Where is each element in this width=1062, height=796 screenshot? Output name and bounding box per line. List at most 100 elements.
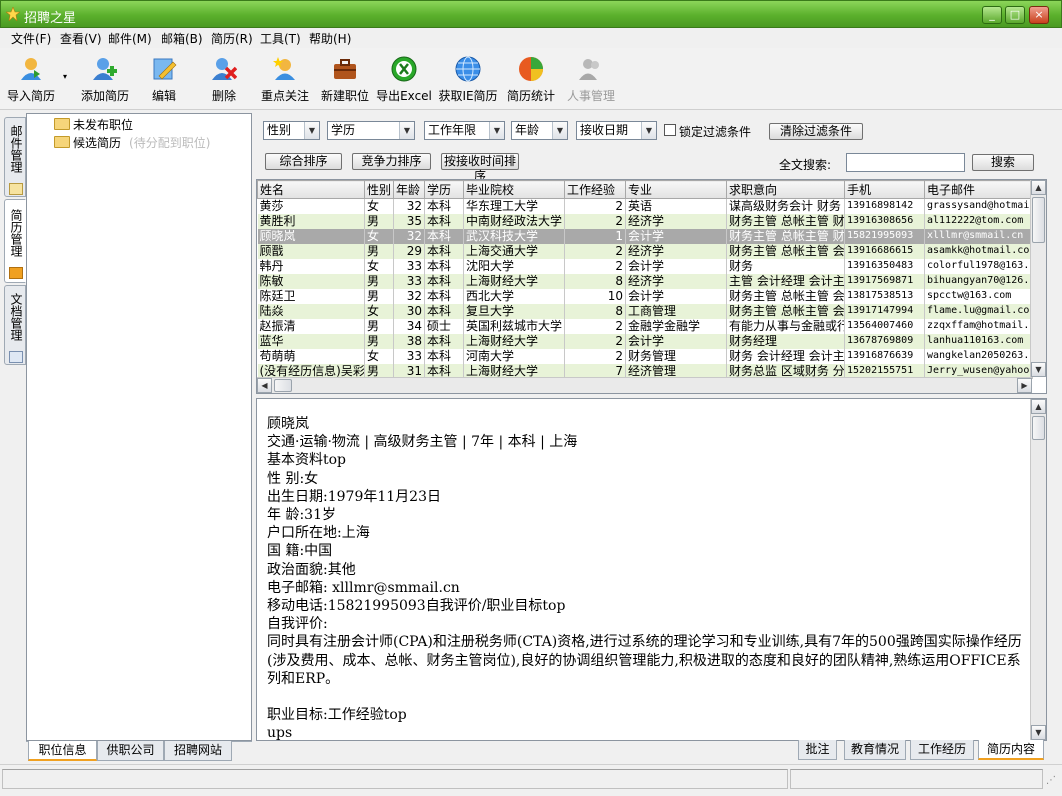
new-position-button[interactable]: 新建职位 [318,50,372,108]
table-cell: 33 [393,348,425,364]
tab-position-info[interactable]: 职位信息 [28,741,97,761]
scroll-up-icon[interactable]: ▲ [1031,180,1046,195]
folder-icon [54,118,70,130]
resume-detail-pane[interactable]: 顾晓岚 交通·运输·物流 | 高级财务主管 | 7年 | 本科 | 上海 基本资… [256,398,1047,741]
tab-education[interactable]: 教育情况 [844,740,906,760]
table-row[interactable]: 陆焱女 30 本科 复旦大学 8 工商管理 财务主管 总帐主管 会 13917147994 fl… [257,303,1033,319]
menu-file[interactable]: 文件(F) [11,30,51,47]
years-select[interactable]: 工作年限 ▼ [424,121,505,140]
table-row[interactable]: 陈廷卫男 32 本科 西北大学 10 会计学 财务主管 总帐主管 会 13817538513 s… [257,288,1033,304]
col-gender[interactable]: 性别 [364,180,394,199]
table-row[interactable]: 苟萌萌女 33 本科 河南大学 2 财务管理 财务 会计经理 会计主 13916876639 w… [257,348,1033,364]
search-button[interactable]: 搜索 [972,154,1034,171]
tree-item-unpublished[interactable]: 未发布职位 [54,116,133,132]
scroll-down-icon[interactable]: ▼ [1031,725,1046,740]
tab-resume-content[interactable]: 简历内容 [978,740,1044,760]
menu-resume[interactable]: 简历(R) [211,30,253,47]
scroll-thumb[interactable] [274,379,292,392]
position-tree[interactable]: 未发布职位 候选简历 (待分配到职位) [26,113,252,741]
col-email[interactable]: 电子邮件 [924,180,1033,199]
table-cell: zzqxffam@hotmail. [924,318,1033,334]
table-row[interactable]: 顾戬男 29 本科 上海交通大学 2 经济学 财务主管 总帐主管 会 13916686615 a… [257,243,1033,259]
table-vertical-scrollbar[interactable]: ▲ ▼ [1030,180,1046,377]
menu-help[interactable]: 帮助(H) [309,30,351,47]
resume-stats-button[interactable]: 简历统计 [504,50,558,108]
col-name[interactable]: 姓名 [257,180,365,199]
table-cell: 上海交通大学 [463,243,565,259]
menu-tools[interactable]: 工具(T) [260,30,301,47]
side-tab-mail[interactable]: 邮件管理 [4,117,26,197]
table-cell: 上海财经大学 [463,333,565,349]
education-select[interactable]: 学历 ▼ [327,121,415,140]
scroll-thumb[interactable] [1032,416,1045,440]
gender-select[interactable]: 性别 ▼ [263,121,320,140]
table-row[interactable]: 蓝华男 38 本科 上海财经大学 2 会计学 财务经理 13678769809 lanhua11… [257,333,1033,349]
table-cell: 英语 [625,198,727,214]
detail-vertical-scrollbar[interactable]: ▲ ▼ [1030,399,1046,740]
table-cell: 会计学 [625,333,727,349]
export-excel-button[interactable]: 导出Excel [375,50,433,108]
table-cell: 2 [564,258,626,274]
sort-time-button[interactable]: 按接收时间排序 [441,153,519,183]
table-cell: 男 [364,213,394,229]
hr-management-button[interactable]: 人事管理 [564,50,618,108]
resize-grip-icon[interactable]: ⋰ [1046,775,1056,786]
title-bar[interactable]: 招聘之星 _ □ × [0,0,1062,28]
table-row[interactable]: 陈敏男 33 本科 上海财经大学 8 经济学 主管 会计经理 会计主 13917569871 b… [257,273,1033,289]
fulltext-search-label: 全文搜索: [779,158,832,172]
scroll-right-icon[interactable]: ▶ [1017,378,1032,393]
col-experience[interactable]: 工作经验 [564,180,626,199]
scroll-left-icon[interactable]: ◀ [257,378,272,393]
age-select[interactable]: 年龄 ▼ [511,121,568,140]
scroll-thumb[interactable] [1032,197,1045,243]
received-date-select[interactable]: 接收日期 ▼ [576,121,657,140]
col-mobile[interactable]: 手机 [844,180,925,199]
col-major[interactable]: 专业 [625,180,727,199]
table-row[interactable]: 韩丹女 33 本科 沈阳大学 2 会计学 财务 13916350483 colorful1978… [257,258,1033,274]
dropdown-arrow-icon: ▼ [489,122,504,139]
table-row[interactable]: 顾晓岚女 32 本科 武汉科技大学 1 会计学 财务主管 总帐主管 财 15821995093… [257,228,1033,244]
delete-button[interactable]: 删除 [200,50,248,108]
col-intention[interactable]: 求职意向 [726,180,845,199]
menu-mailbox[interactable]: 邮箱(B) [161,30,203,47]
table-row[interactable]: 赵振清男 34 硕士 英国利兹城市大学 2 金融学金融学 有能力从事与金融或行 1356400… [257,318,1033,334]
tab-comments[interactable]: 批注 [798,740,837,760]
table-cell: 财务主管 总帐主管 会 [726,303,845,319]
focus-button[interactable]: 重点关注 [256,50,314,108]
sort-competitiveness-button[interactable]: 竞争力排序 [352,153,431,170]
col-age[interactable]: 年龄 [393,180,425,199]
col-school[interactable]: 毕业院校 [463,180,565,199]
table-row[interactable]: 黄莎女 32 本科 华东理工大学 2 英语 谋高级财务会计 财务 13916898142 gra… [257,198,1033,214]
fulltext-search-input[interactable] [846,153,965,172]
table-horizontal-scrollbar[interactable]: ◀ ▶ [257,377,1032,393]
menu-mail[interactable]: 邮件(M) [108,30,152,47]
maximize-button[interactable]: □ [1005,6,1025,24]
sort-overall-button[interactable]: 综合排序 [265,153,342,170]
add-resume-button[interactable]: 添加简历 [76,50,134,108]
col-education[interactable]: 学历 [424,180,464,199]
tree-item-candidates[interactable]: 候选简历 (待分配到职位) [54,134,210,150]
import-dropdown-arrow-icon[interactable]: ▾ [63,72,67,81]
tab-employer[interactable]: 供职公司 [97,741,164,761]
lock-filter-checkbox[interactable] [664,124,676,136]
scroll-up-icon[interactable]: ▲ [1031,399,1046,414]
close-button[interactable]: × [1029,6,1049,24]
get-ie-resume-button[interactable]: 获取IE简历 [436,50,500,108]
scroll-down-icon[interactable]: ▼ [1031,362,1046,377]
tab-work-experience[interactable]: 工作经历 [910,740,974,760]
side-tab-docs[interactable]: 文档管理 [4,285,26,365]
tab-recruit-site[interactable]: 招聘网站 [164,741,232,761]
status-panel [2,769,788,789]
resume-table[interactable]: 姓名 性别 年龄 学历 毕业院校 工作经验 专业 求职意向 手机 电子邮件 黄莎… [256,179,1047,394]
table-row[interactable]: 黄胜利男 35 本科 中南财经政法大学 2 经济学 财务主管 总帐主管 财 139163086… [257,213,1033,229]
side-tab-resume[interactable]: 简历管理 [4,199,26,283]
minimize-button[interactable]: _ [982,6,1002,24]
clear-filter-button[interactable]: 清除过滤条件 [769,123,863,140]
status-panel [790,769,1043,789]
import-resume-button[interactable]: 导入简历 [2,50,60,108]
delete-person-icon [212,58,237,80]
side-tabs: 邮件管理 简历管理 文档管理 [4,115,26,755]
menu-view[interactable]: 查看(V) [60,30,102,47]
table-cell: 15821995093 [844,228,925,244]
edit-button[interactable]: 编辑 [140,50,188,108]
